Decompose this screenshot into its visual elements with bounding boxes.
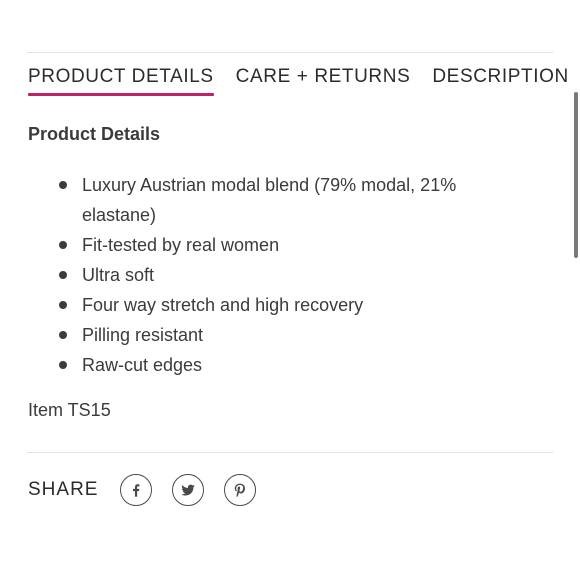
scrollbar[interactable]: [574, 92, 578, 258]
list-item: Pilling resistant: [28, 320, 498, 350]
pinterest-icon[interactable]: [224, 474, 257, 506]
share-bar: SHARE: [28, 474, 276, 506]
list-item: Raw-cut edges: [28, 350, 498, 380]
bullet: [59, 361, 67, 369]
tab-bar: PRODUCT DETAILS CARE + RETURNS DESCRIPTI…: [28, 64, 569, 96]
bullet: [59, 331, 67, 339]
bullet: [59, 301, 67, 309]
bullet: [59, 241, 67, 249]
facebook-glyph: [133, 484, 140, 497]
twitter-glyph: [181, 484, 196, 496]
top-divider: [27, 52, 553, 53]
list-item: Fit-tested by real women: [28, 230, 498, 260]
facebook-icon[interactable]: [120, 474, 153, 506]
pinterest-glyph: [235, 483, 246, 498]
item-code: Item TS15: [28, 400, 111, 420]
share-label: SHARE: [28, 479, 99, 500]
feature-text: Four way stretch and high recovery: [82, 295, 364, 315]
feature-text: Pilling resistant: [82, 325, 204, 345]
tab-product-details[interactable]: PRODUCT DETAILS: [28, 64, 214, 96]
list-item: Luxury Austrian modal blend (79% modal, …: [28, 170, 498, 230]
section-heading: Product Details: [28, 124, 161, 144]
bullet: [59, 271, 67, 279]
feature-text: Fit-tested by real women: [82, 235, 280, 255]
feature-text: Luxury Austrian modal blend (79% modal, …: [82, 175, 457, 225]
bottom-divider: [27, 452, 553, 453]
feature-text: Ultra soft: [82, 265, 155, 285]
list-item: Ultra soft: [28, 260, 498, 290]
list-item: Four way stretch and high recovery: [28, 290, 498, 320]
tab-care-returns[interactable]: CARE + RETURNS: [236, 64, 411, 92]
feature-text: Raw-cut edges: [82, 355, 203, 375]
tab-description[interactable]: DESCRIPTION: [432, 64, 568, 92]
twitter-icon[interactable]: [172, 474, 205, 506]
bullet: [59, 181, 67, 189]
feature-list: Luxury Austrian modal blend (79% modal, …: [28, 170, 498, 380]
